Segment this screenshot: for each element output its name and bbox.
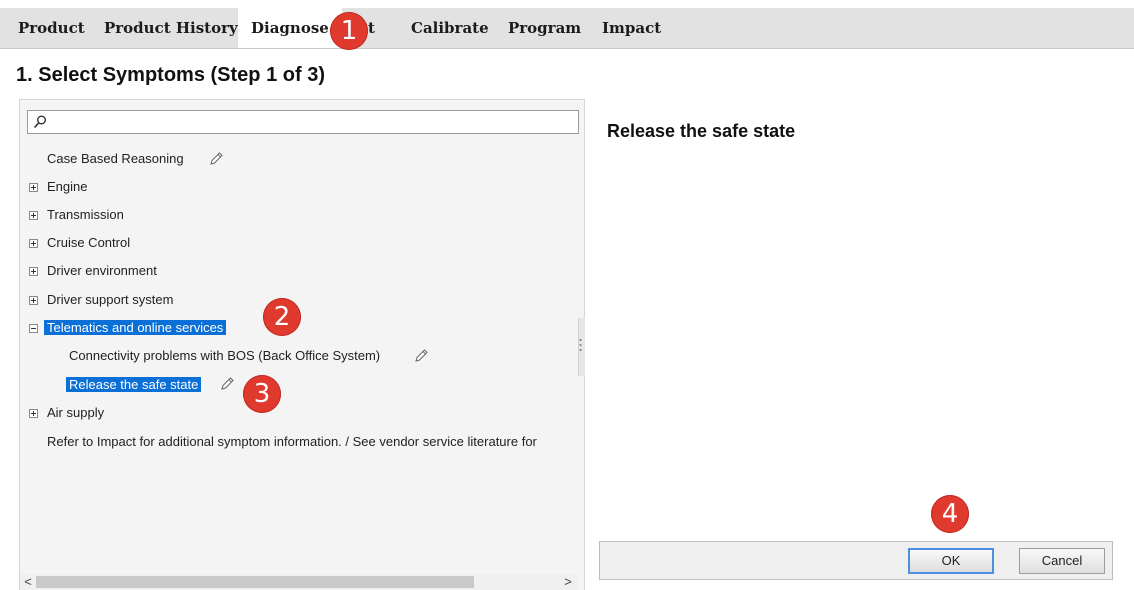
tree-item-label: Driver support system bbox=[47, 292, 174, 307]
expand-icon[interactable] bbox=[29, 183, 38, 192]
search-input[interactable] bbox=[50, 113, 574, 133]
pencil-icon[interactable] bbox=[219, 376, 235, 392]
tab-product[interactable]: Product bbox=[18, 8, 85, 48]
expand-icon[interactable] bbox=[29, 296, 38, 305]
tree-item-label: Telematics and online services bbox=[44, 320, 227, 335]
expand-icon[interactable] bbox=[29, 267, 38, 276]
tab-impact[interactable]: Impact bbox=[602, 8, 661, 48]
pencil-icon[interactable] bbox=[413, 348, 429, 364]
expand-icon[interactable] bbox=[29, 239, 38, 248]
tree-item-cruise-control[interactable]: Cruise Control bbox=[47, 232, 130, 254]
tab-program[interactable]: Program bbox=[508, 8, 581, 48]
callout-badge-1: 1 bbox=[330, 12, 368, 50]
symptom-detail-heading: Release the safe state bbox=[607, 121, 796, 141]
search-icon bbox=[33, 115, 46, 129]
expand-icon[interactable] bbox=[29, 211, 38, 220]
cancel-button[interactable]: Cancel bbox=[1019, 548, 1105, 574]
ok-button[interactable]: OK bbox=[908, 548, 994, 574]
tab-test[interactable]: t bbox=[368, 8, 375, 48]
tree-item-label: Engine bbox=[47, 179, 88, 194]
tree-item-refer-note[interactable]: Refer to Impact for additional symptom i… bbox=[47, 431, 580, 453]
grip-icon bbox=[579, 339, 582, 351]
pencil-icon[interactable] bbox=[208, 151, 224, 167]
expand-icon[interactable] bbox=[29, 409, 38, 418]
tree-item-transmission[interactable]: Transmission bbox=[47, 204, 124, 226]
tree-item-driver-support-system[interactable]: Driver support system bbox=[47, 289, 173, 311]
tab-calibrate[interactable]: Calibrate bbox=[411, 8, 489, 48]
tree-item-driver-environment[interactable]: Driver environment bbox=[47, 260, 157, 282]
tree-item-label: Refer to Impact for additional symptom i… bbox=[47, 434, 537, 449]
tab-bar: Product Product History Diagnose t Calib… bbox=[0, 8, 1134, 49]
tree-item-telematics[interactable]: Telematics and online services bbox=[44, 317, 227, 339]
scroll-right-button[interactable]: > bbox=[560, 574, 576, 590]
callout-badge-3: 3 bbox=[243, 375, 281, 413]
search-box[interactable] bbox=[27, 110, 579, 134]
tree-item-connectivity-problems[interactable]: Connectivity problems with BOS (Back Off… bbox=[69, 345, 380, 367]
page-title: 1. Select Symptoms (Step 1 of 3) bbox=[16, 64, 325, 86]
tree-item-label: Release the safe state bbox=[66, 377, 202, 392]
tab-product-history[interactable]: Product History bbox=[104, 8, 238, 48]
tree-item-release-safe-state[interactable]: Release the safe state bbox=[66, 374, 202, 396]
tree-item-label: Transmission bbox=[47, 207, 124, 222]
tab-diagnose[interactable]: Diagnose bbox=[238, 8, 342, 48]
callout-badge-4: 4 bbox=[931, 495, 969, 533]
tree-item-air-supply[interactable]: Air supply bbox=[47, 402, 104, 424]
collapse-icon[interactable] bbox=[29, 324, 38, 333]
tree-item-label: Air supply bbox=[47, 405, 105, 420]
scroll-left-button[interactable]: < bbox=[20, 574, 36, 590]
tree-item-label: Driver environment bbox=[47, 263, 157, 278]
tree-item-label: Connectivity problems with BOS (Back Off… bbox=[69, 348, 381, 363]
tree-item-label: Case Based Reasoning bbox=[47, 151, 184, 166]
callout-badge-2: 2 bbox=[263, 298, 301, 336]
tree-item-label: Cruise Control bbox=[47, 235, 131, 250]
tree-item-engine[interactable]: Engine bbox=[47, 176, 87, 198]
scrollbar-thumb[interactable] bbox=[36, 576, 474, 588]
tree-item-case-based-reasoning[interactable]: Case Based Reasoning bbox=[47, 148, 184, 170]
